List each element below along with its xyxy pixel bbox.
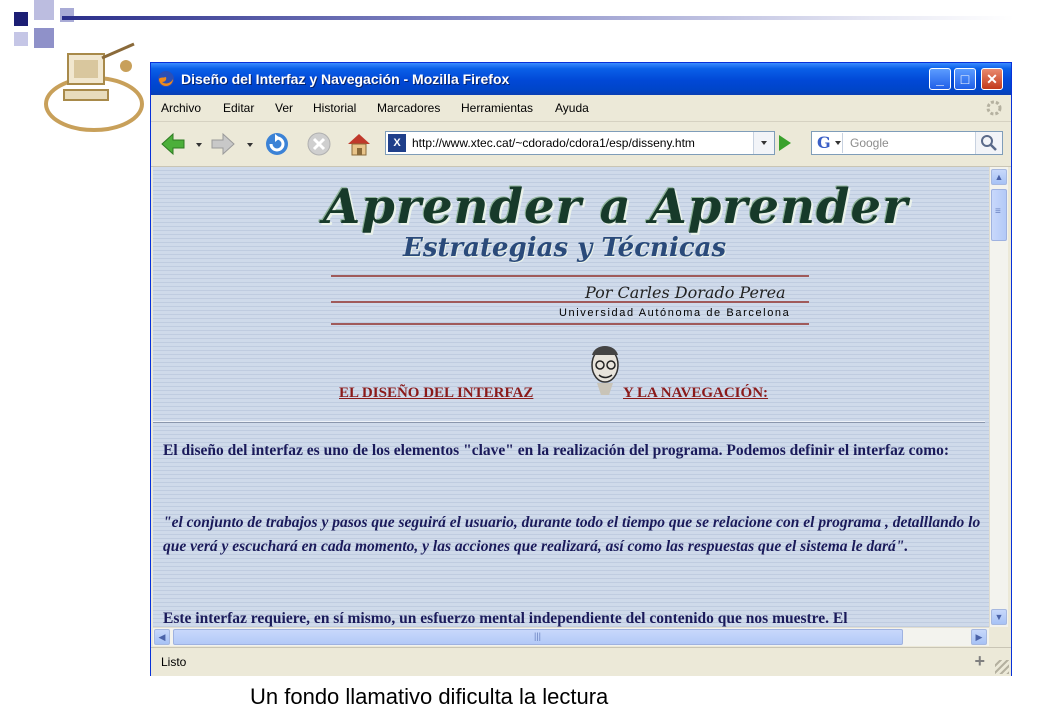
computer-art-icon [44, 42, 144, 132]
menu-ayuda[interactable]: Ayuda [555, 101, 589, 115]
maximize-button[interactable]: □ [954, 68, 976, 90]
divider [331, 323, 809, 325]
scroll-up-button[interactable]: ▲ [991, 169, 1007, 185]
scroll-right-button[interactable]: ▶ [971, 629, 987, 645]
reload-icon[interactable] [263, 130, 291, 158]
university-name: Universidad Autónoma de Barcelona [559, 307, 791, 319]
grip-icon: ||| [534, 631, 542, 641]
maximize-icon: □ [960, 71, 970, 87]
search-bar[interactable]: G Google [811, 131, 1003, 155]
scroll-down-button[interactable]: ▼ [991, 609, 1007, 625]
deco-line [62, 16, 1014, 20]
forward-icon[interactable] [209, 130, 237, 158]
close-icon: ✕ [986, 71, 998, 87]
go-icon[interactable] [779, 135, 791, 151]
status-text: Listo [161, 655, 187, 669]
url-dropdown-icon[interactable] [753, 132, 774, 154]
search-input[interactable]: Google [850, 136, 889, 150]
plus-icon[interactable]: + [974, 651, 985, 672]
page-content: Aprender a Aprender Estrategias y Técnic… [153, 167, 989, 627]
site-favicon: X [388, 134, 406, 152]
menu-historial[interactable]: Historial [313, 101, 356, 115]
resize-grip-icon[interactable] [995, 660, 1009, 674]
home-icon[interactable] [345, 130, 373, 158]
heading-link-right[interactable]: Y LA NAVEGACIÓN: [623, 385, 768, 402]
minimize-button[interactable]: _ [929, 68, 951, 90]
window-title: Diseño del Interfaz y Navegación - Mozil… [181, 71, 510, 87]
horizontal-scroll-thumb[interactable]: ||| [173, 629, 903, 645]
cartoon-face-icon [591, 346, 619, 395]
chevron-right-icon: ▶ [975, 632, 983, 642]
chevron-up-icon: ▲ [994, 172, 1004, 182]
deco-square [14, 12, 28, 26]
horizontal-scrollbar[interactable]: ◀ ||| ▶ [153, 627, 989, 646]
logo-subtitle: Estrategias y Técnicas [403, 233, 727, 263]
close-button[interactable]: ✕ [981, 68, 1003, 90]
firefox-icon [158, 71, 174, 87]
deco-square [34, 0, 54, 20]
back-icon[interactable] [159, 130, 187, 158]
browser-window: Diseño del Interfaz y Navegación - Mozil… [150, 62, 1012, 676]
status-bar: Listo + [151, 647, 1011, 676]
slide-caption: Un fondo llamativo dificulta la lectura [250, 684, 609, 709]
scroll-corner [989, 627, 1007, 645]
vertical-scroll-thumb[interactable]: ≡ [991, 189, 1007, 241]
chevron-down-icon: ▼ [994, 612, 1004, 622]
menu-herramientas[interactable]: Herramientas [461, 101, 533, 115]
url-text[interactable]: http://www.xtec.cat/~cdorado/cdora1/esp/… [412, 136, 695, 150]
search-icon[interactable] [975, 132, 1002, 154]
forward-dropdown-icon[interactable] [247, 143, 253, 147]
menu-marcadores[interactable]: Marcadores [377, 101, 440, 115]
minimize-icon: _ [936, 71, 944, 87]
title-bar[interactable]: Diseño del Interfaz y Navegación - Mozil… [151, 63, 1011, 95]
grip-icon: ≡ [995, 206, 1001, 217]
menu-editar[interactable]: Editar [223, 101, 254, 115]
paragraph: Este interfaz requiere, en sí mismo, un … [163, 610, 848, 627]
menu-archivo[interactable]: Archivo [161, 101, 201, 115]
author-name: Por Carles Dorado Perea [585, 283, 786, 302]
menu-ver[interactable]: Ver [275, 101, 293, 115]
divider [331, 301, 809, 303]
stop-icon[interactable] [305, 130, 333, 158]
horizontal-rule [153, 421, 985, 423]
scroll-left-button[interactable]: ◀ [154, 629, 170, 645]
back-dropdown-icon[interactable] [196, 143, 202, 147]
url-bar[interactable]: X http://www.xtec.cat/~cdorado/cdora1/es… [385, 131, 775, 155]
throbber-icon [986, 100, 1002, 116]
logo-title: Aprender a Aprender [323, 179, 909, 235]
heading-link-left[interactable]: EL DISEÑO DEL INTERFAZ [339, 385, 533, 402]
deco-square [14, 32, 28, 46]
paragraph: El diseño del interfaz es uno de los ele… [163, 442, 950, 459]
search-engine-icon[interactable]: G [814, 133, 843, 153]
navigation-toolbar: X http://www.xtec.cat/~cdorado/cdora1/es… [151, 122, 1011, 167]
chevron-left-icon: ◀ [158, 632, 166, 642]
divider [331, 275, 809, 277]
quote-paragraph: "el conjunto de trabajos y pasos que seg… [163, 514, 981, 555]
menu-bar: Archivo Editar Ver Historial Marcadores … [151, 95, 1011, 122]
vertical-scrollbar[interactable]: ▲ ≡ ▼ [989, 167, 1008, 627]
